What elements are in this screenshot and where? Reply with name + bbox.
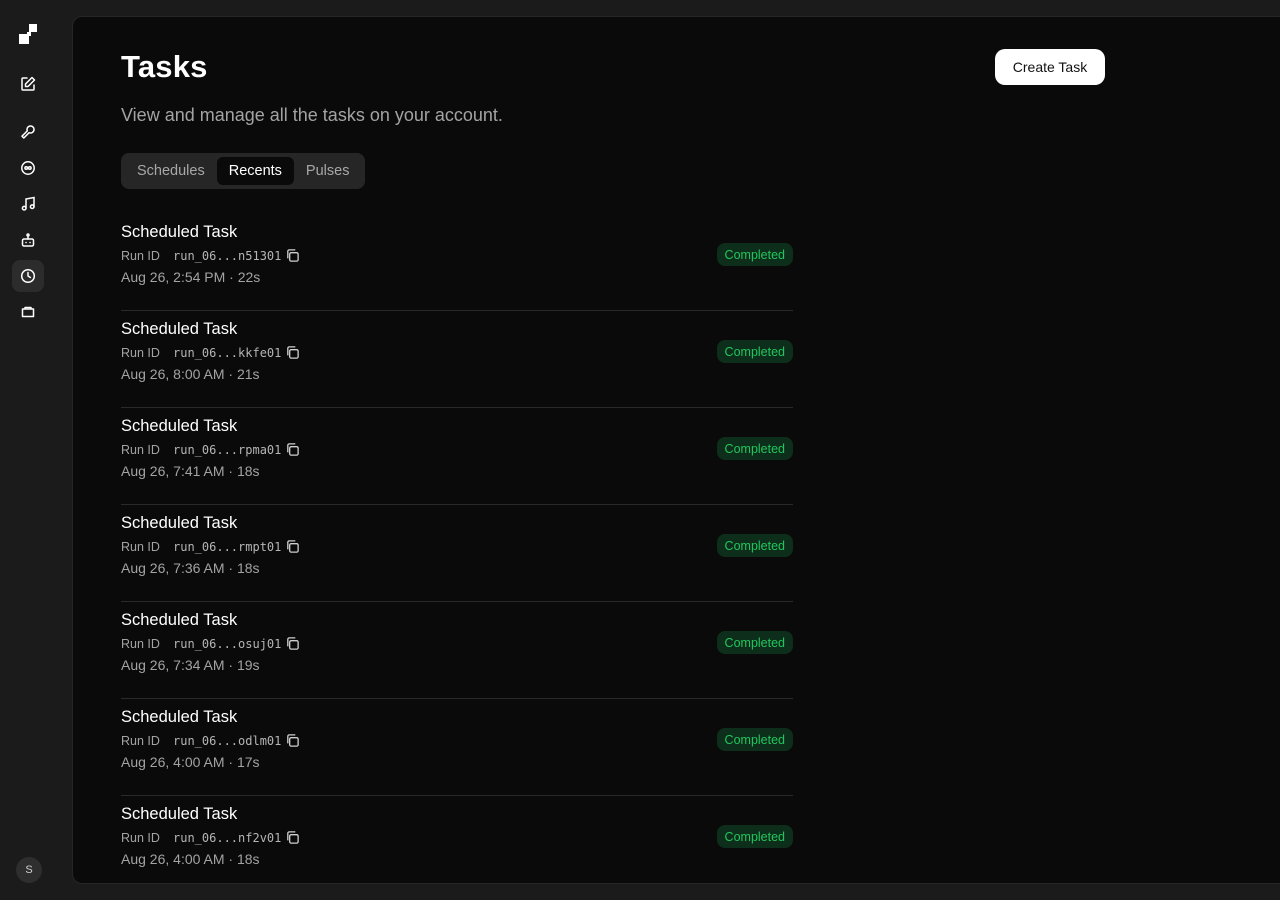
task-row[interactable]: Scheduled Task Run ID run_06...odlm01 Au…	[121, 699, 793, 796]
status-badge: Completed	[716, 437, 793, 460]
user-avatar[interactable]: S	[16, 857, 42, 883]
run-id-value: run_06...nf2v01	[173, 830, 282, 845]
run-id-value: run_06...rpma01	[173, 442, 282, 457]
create-task-button[interactable]: Create Task	[995, 49, 1105, 85]
task-row[interactable]: Scheduled Task Run ID run_06...osuj01 Au…	[121, 602, 793, 699]
run-id-line: Run ID run_06...odlm01	[121, 733, 300, 748]
task-meta: Aug 26, 7:41 AM · 18s	[121, 463, 260, 479]
copy-icon[interactable]	[285, 248, 300, 263]
agent-circle-icon	[21, 161, 35, 175]
task-title: Scheduled Task	[121, 514, 238, 532]
tab-pulses[interactable]: Pulses	[294, 157, 362, 185]
folder-icon	[21, 306, 35, 318]
agents-button[interactable]	[12, 152, 44, 184]
new-task-button[interactable]	[12, 68, 44, 100]
run-id-value: run_06...kkfe01	[173, 345, 282, 360]
robot-icon	[21, 233, 35, 247]
task-row[interactable]: Scheduled Task Run ID run_06...kkfe01 Au…	[121, 311, 793, 408]
app-logo-icon[interactable]	[19, 24, 37, 44]
status-badge: Completed	[716, 243, 793, 266]
task-title: Scheduled Task	[121, 417, 238, 435]
task-meta: Aug 26, 7:36 AM · 18s	[121, 560, 260, 576]
tasks-button[interactable]	[12, 260, 44, 292]
run-id-value: run_06...rmpt01	[173, 539, 282, 554]
run-id-line: Run ID run_06...rmpt01	[121, 539, 300, 554]
bots-button[interactable]	[12, 224, 44, 256]
run-id-label: Run ID	[121, 345, 160, 360]
task-title: Scheduled Task	[121, 223, 238, 241]
run-id-line: Run ID run_06...kkfe01	[121, 345, 300, 360]
run-id-label: Run ID	[121, 733, 160, 748]
run-id-line: Run ID run_06...rpma01	[121, 442, 300, 457]
copy-icon[interactable]	[285, 636, 300, 651]
files-button[interactable]	[12, 296, 44, 328]
run-id-label: Run ID	[121, 830, 160, 845]
task-list: Scheduled Task Run ID run_06...n51301 Au…	[121, 214, 793, 883]
status-badge: Completed	[716, 728, 793, 751]
run-id-label: Run ID	[121, 636, 160, 651]
task-meta: Aug 26, 4:00 AM · 18s	[121, 851, 260, 867]
task-title: Scheduled Task	[121, 611, 238, 629]
run-id-value: run_06...osuj01	[173, 636, 282, 651]
task-row[interactable]: Scheduled Task Run ID run_06...rpma01 Au…	[121, 408, 793, 505]
status-badge: Completed	[716, 825, 793, 848]
task-row[interactable]: Scheduled Task Run ID run_06...rmpt01 Au…	[121, 505, 793, 602]
task-tabs: Schedules Recents Pulses	[121, 153, 366, 189]
page-title: Tasks	[121, 49, 208, 84]
run-id-line: Run ID run_06...osuj01	[121, 636, 300, 651]
copy-icon[interactable]	[285, 830, 300, 845]
clock-icon	[20, 268, 36, 284]
status-badge: Completed	[716, 534, 793, 557]
tab-schedules[interactable]: Schedules	[125, 157, 217, 185]
status-badge: Completed	[716, 631, 793, 654]
task-row[interactable]: Scheduled Task Run ID run_06...n51301 Au…	[121, 214, 793, 311]
task-meta: Aug 26, 8:00 AM · 21s	[121, 366, 260, 382]
sidebar: S	[0, 0, 56, 900]
task-title: Scheduled Task	[121, 320, 238, 338]
copy-icon[interactable]	[285, 345, 300, 360]
wrench-icon	[21, 125, 35, 139]
main-panel: Tasks View and manage all the tasks on y…	[72, 16, 1280, 884]
task-meta: Aug 26, 4:00 AM · 17s	[121, 754, 260, 770]
task-meta: Aug 26, 2:54 PM · 22s	[121, 269, 261, 285]
task-title: Scheduled Task	[121, 805, 238, 823]
run-id-value: run_06...odlm01	[173, 733, 282, 748]
status-badge: Completed	[716, 340, 793, 363]
run-id-label: Run ID	[121, 539, 160, 554]
page-subtitle: View and manage all the tasks on your ac…	[121, 105, 503, 125]
copy-icon[interactable]	[285, 733, 300, 748]
copy-icon[interactable]	[285, 539, 300, 554]
tools-button[interactable]	[12, 116, 44, 148]
pencil-square-icon	[21, 76, 36, 91]
run-id-line: Run ID run_06...nf2v01	[121, 830, 300, 845]
task-meta: Aug 26, 7:34 AM · 19s	[121, 657, 260, 673]
run-id-label: Run ID	[121, 442, 160, 457]
task-row[interactable]: Scheduled Task Run ID run_06...nf2v01 Au…	[121, 796, 793, 883]
run-id-value: run_06...n51301	[173, 248, 282, 263]
tab-recents[interactable]: Recents	[216, 157, 294, 185]
run-id-line: Run ID run_06...n51301	[121, 248, 300, 263]
copy-icon[interactable]	[285, 442, 300, 457]
task-title: Scheduled Task	[121, 708, 238, 726]
run-id-label: Run ID	[121, 248, 160, 263]
audio-button[interactable]	[12, 188, 44, 220]
music-note-icon	[21, 196, 35, 211]
